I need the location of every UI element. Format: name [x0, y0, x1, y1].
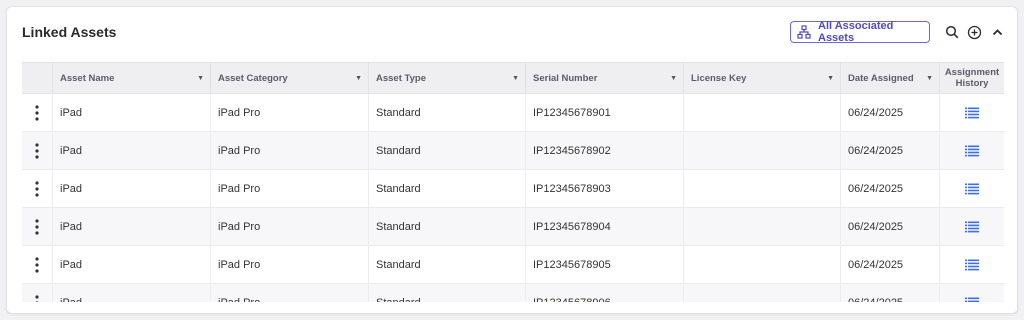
header-asset-type-label: Asset Type [376, 72, 426, 84]
assignment-history-icon[interactable] [939, 170, 1004, 207]
row-actions-icon[interactable] [22, 284, 52, 302]
cell-date-assigned: 06/24/2025 [840, 132, 939, 169]
cell-asset-category: iPad Pro [210, 170, 368, 207]
card-title: Linked Assets [22, 24, 117, 40]
assignment-history-icon[interactable] [939, 94, 1004, 131]
all-associated-assets-label: All Associated Assets [818, 20, 894, 44]
header-serial-number-label: Serial Number [533, 72, 598, 84]
linked-assets-table: Asset Name ▼ Asset Category ▼ Asset Type… [22, 62, 1004, 302]
row-actions-icon[interactable] [22, 246, 52, 283]
cell-license-key [683, 246, 840, 283]
cell-asset-category: iPad Pro [210, 94, 368, 131]
cell-date-assigned: 06/24/2025 [840, 246, 939, 283]
cell-license-key [683, 284, 840, 302]
cell-serial-number: IP12345678903 [525, 170, 683, 207]
header-date-assigned-label: Date Assigned [848, 72, 914, 84]
cell-asset-type: Standard [368, 246, 525, 283]
header-serial-number[interactable]: Serial Number ▼ [525, 63, 683, 93]
header-asset-type[interactable]: Asset Type ▼ [368, 63, 525, 93]
cell-serial-number: IP12345678901 [525, 94, 683, 131]
header-date-assigned[interactable]: Date Assigned ▼ [840, 63, 939, 93]
cell-asset-name: iPad [52, 208, 210, 245]
cell-license-key [683, 170, 840, 207]
table-row[interactable]: iPad iPad Pro Standard IP12345678902 06/24/2… [22, 132, 1004, 170]
cell-date-assigned: 06/24/2025 [840, 170, 939, 207]
table-header: Asset Name ▼ Asset Category ▼ Asset Type… [22, 63, 1004, 94]
row-actions-icon[interactable] [22, 94, 52, 131]
table-body: iPad iPad Pro Standard IP12345678901 06/24/2… [22, 94, 1004, 302]
header-asset-category-label: Asset Category [218, 72, 288, 84]
header-license-key[interactable]: License Key ▼ [683, 63, 840, 93]
cell-asset-type: Standard [368, 170, 525, 207]
cell-license-key [683, 132, 840, 169]
hierarchy-icon [797, 25, 811, 39]
search-icon[interactable] [944, 24, 960, 40]
cell-asset-type: Standard [368, 208, 525, 245]
assignment-history-icon[interactable] [939, 208, 1004, 245]
cell-date-assigned: 06/24/2025 [840, 94, 939, 131]
sort-caret-icon[interactable]: ▼ [197, 75, 204, 82]
cell-asset-category: iPad Pro [210, 208, 368, 245]
linked-assets-card: Linked Assets All Associated Assets Asse… [6, 6, 1018, 314]
cell-asset-category: iPad Pro [210, 284, 368, 302]
sort-caret-icon[interactable]: ▼ [827, 75, 834, 82]
sort-caret-icon[interactable]: ▼ [926, 75, 933, 82]
cell-asset-type: Standard [368, 94, 525, 131]
cell-date-assigned: 06/24/2025 [840, 208, 939, 245]
cell-asset-category: iPad Pro [210, 246, 368, 283]
sort-caret-icon[interactable]: ▼ [670, 75, 677, 82]
cell-serial-number: IP12345678905 [525, 246, 683, 283]
row-actions-icon[interactable] [22, 170, 52, 207]
row-actions-icon[interactable] [22, 208, 52, 245]
actions-header [22, 63, 52, 93]
table-row[interactable]: iPad iPad Pro Standard IP12345678904 06/24/2… [22, 208, 1004, 246]
header-asset-name-label: Asset Name [60, 72, 115, 84]
table-row[interactable]: iPad iPad Pro Standard IP12345678903 06/24/2… [22, 170, 1004, 208]
header-asset-name[interactable]: Asset Name ▼ [52, 63, 210, 93]
cell-serial-number: IP12345678902 [525, 132, 683, 169]
cell-date-assigned: 06/24/2025 [840, 284, 939, 302]
header-assignment-history-label: Assignment History [944, 67, 1000, 89]
cell-asset-category: iPad Pro [210, 132, 368, 169]
plus-circle-icon[interactable] [966, 24, 982, 40]
cell-asset-type: Standard [368, 132, 525, 169]
table-row[interactable]: iPad iPad Pro Standard IP12345678901 06/24/2… [22, 94, 1004, 132]
cell-asset-name: iPad [52, 284, 210, 302]
cell-asset-type: Standard [368, 284, 525, 302]
cell-serial-number: IP12345678906 [525, 284, 683, 302]
chevron-up-icon[interactable] [989, 24, 1005, 40]
cell-asset-name: iPad [52, 94, 210, 131]
cell-serial-number: IP12345678904 [525, 208, 683, 245]
cell-asset-name: iPad [52, 246, 210, 283]
table-row[interactable]: iPadiPad ProStandardIP12345678906 06/24/2… [22, 284, 1004, 302]
header-assignment-history: Assignment History [939, 63, 1004, 93]
row-actions-icon[interactable] [22, 132, 52, 169]
all-associated-assets-button[interactable]: All Associated Assets [790, 20, 930, 44]
header-asset-category[interactable]: Asset Category ▼ [210, 63, 368, 93]
sort-caret-icon[interactable]: ▼ [355, 75, 362, 82]
table-row[interactable]: iPad iPad Pro Standard IP12345678905 06/24/2… [22, 246, 1004, 284]
cell-asset-name: iPad [52, 132, 210, 169]
assignment-history-icon[interactable] [939, 246, 1004, 283]
cell-license-key [683, 208, 840, 245]
sort-caret-icon[interactable]: ▼ [512, 75, 519, 82]
cell-asset-name: iPad [52, 170, 210, 207]
assignment-history-icon[interactable] [939, 284, 1004, 302]
assignment-history-icon[interactable] [939, 132, 1004, 169]
header-license-key-label: License Key [691, 72, 747, 84]
cell-license-key [683, 94, 840, 131]
